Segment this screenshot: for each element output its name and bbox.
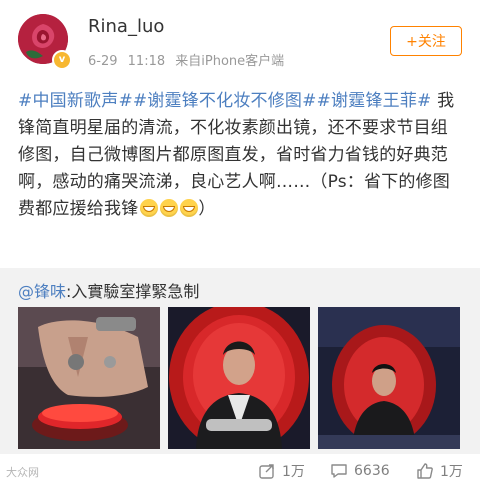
- action-bar: 大众网 1万 6636 1万: [0, 454, 480, 488]
- comment-button[interactable]: 6636: [330, 460, 390, 482]
- post-header: v Rina_luo 6-29 11:18 来自iPhone客户端 +关注: [0, 0, 480, 82]
- grin-emoji-icon: [140, 199, 159, 217]
- share-button[interactable]: 1万: [258, 460, 305, 482]
- grin-emoji-icon: [180, 199, 199, 217]
- retweet-text: 入實驗室撑緊急制: [71, 282, 200, 301]
- username[interactable]: Rina_luo: [88, 16, 164, 37]
- hand-on-button-image: [18, 307, 160, 449]
- topic-link[interactable]: #谢霆锋王菲#: [317, 91, 432, 111]
- post-time: 11:18: [127, 54, 166, 69]
- share-count: 1万: [282, 464, 305, 480]
- man-seated-stage-image: [318, 307, 460, 449]
- post-text-end: ）: [198, 199, 216, 219]
- share-icon: [259, 464, 274, 479]
- post-meta: 6-29 11:18 来自iPhone客户端: [88, 50, 284, 69]
- man-in-red-chair-image: [168, 307, 310, 449]
- follow-button[interactable]: +关注: [390, 26, 462, 56]
- retweet-photo-3[interactable]: [318, 307, 460, 449]
- comment-icon: [331, 464, 347, 478]
- retweet-author[interactable]: @锋味: [18, 282, 66, 301]
- retweet-header: @锋味:入實驗室撑緊急制: [18, 278, 199, 302]
- retweet-photo-2[interactable]: [168, 307, 310, 449]
- watermark: 大众网: [6, 466, 39, 479]
- retweet-photo-1[interactable]: [18, 307, 160, 449]
- post-source[interactable]: 来自iPhone客户端: [175, 54, 284, 69]
- grin-emoji-icon: [160, 199, 179, 217]
- thumbs-up-icon: [417, 463, 433, 479]
- topic-link[interactable]: #中国新歌声#: [18, 91, 133, 111]
- like-count: 1万: [440, 464, 463, 480]
- post-body: #中国新歌声##谢霆锋不化妆不修图##谢霆锋王菲# 我锋简直明星届的清流，不化妆…: [18, 88, 464, 223]
- comment-count: 6636: [354, 463, 390, 479]
- topic-link[interactable]: #谢霆锋不化妆不修图#: [133, 91, 317, 111]
- post-date: 6-29: [88, 54, 118, 69]
- verified-badge-icon: v: [52, 50, 72, 70]
- like-button[interactable]: 1万: [416, 460, 463, 482]
